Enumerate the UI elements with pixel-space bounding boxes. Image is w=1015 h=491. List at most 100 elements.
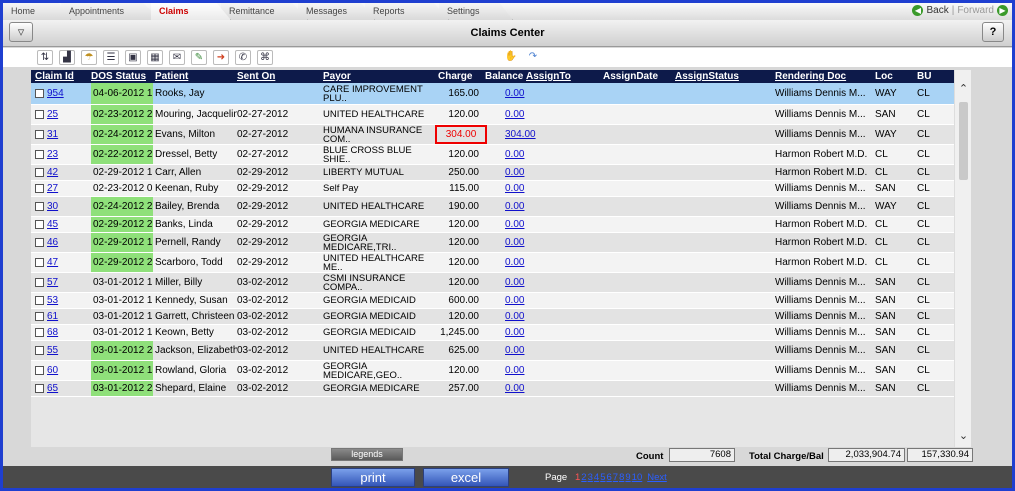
table-row[interactable]: 61 03-01-2012 18 Garrett, Christeen 03-02-2… [31, 309, 954, 325]
page-link[interactable]: 1 [575, 472, 580, 483]
balance-link[interactable]: 0.00 [505, 237, 524, 248]
balance-link[interactable]: 0.00 [505, 88, 524, 99]
col-bu[interactable]: BU [917, 71, 931, 82]
forward-link[interactable]: Forward [957, 5, 994, 16]
page-link[interactable]: 9 [625, 472, 630, 483]
claim-id-link[interactable]: 25 [47, 109, 58, 120]
balance-link[interactable]: 0.00 [505, 201, 524, 212]
transfer-icon[interactable]: ➜ [213, 50, 229, 65]
balance-link[interactable]: 0.00 [505, 345, 524, 356]
table-row[interactable]: 954 04-06-2012 12 Rooks, Jay CARE IMPROVEME… [31, 83, 954, 105]
col-patient[interactable]: Patient [155, 71, 188, 82]
claim-id-link[interactable]: 47 [47, 257, 58, 268]
claim-id-link[interactable]: 30 [47, 201, 58, 212]
col-balance[interactable]: Balance [485, 71, 523, 82]
row-checkbox[interactable] [35, 312, 44, 321]
table-row[interactable]: 45 02-29-2012 25 Banks, Linda 02-29-2012 GEO… [31, 217, 954, 233]
row-checkbox[interactable] [35, 366, 44, 375]
page-link[interactable]: 8 [619, 472, 624, 483]
row-checkbox[interactable] [35, 258, 44, 267]
balance-link[interactable]: 304.00 [505, 129, 536, 140]
table-row[interactable]: 31 02-24-2012 25 Evans, Milton 02-27-2012 HU… [31, 125, 954, 145]
page-link[interactable]: 2 [581, 472, 586, 483]
table-row[interactable]: 53 03-01-2012 18 Kennedy, Susan 03-02-2012 G… [31, 293, 954, 309]
col-assign-date[interactable]: AssignDate [603, 71, 658, 82]
claim-id-link[interactable]: 31 [47, 129, 58, 140]
redo-icon[interactable]: ↷ [525, 50, 541, 65]
claim-id-link[interactable]: 23 [47, 149, 58, 160]
table-row[interactable]: 27 02-23-2012 0 Keenan, Ruby 02-29-2012 Self… [31, 181, 954, 197]
claim-id-link[interactable]: 60 [47, 365, 58, 376]
print-button[interactable]: print [331, 468, 415, 487]
claim-id-link[interactable]: 27 [47, 183, 58, 194]
row-checkbox[interactable] [35, 278, 44, 287]
claim-id-link[interactable]: 61 [47, 311, 58, 322]
balance-link[interactable]: 0.00 [505, 365, 524, 376]
excel-button[interactable]: excel [423, 468, 509, 487]
scroll-up-icon[interactable]: ⌃ [955, 82, 972, 96]
chart-icon[interactable]: ▟ [59, 50, 75, 65]
back-arrow-icon[interactable]: ◀ [912, 4, 924, 16]
page-link[interactable]: 3 [588, 472, 593, 483]
tab-appointments[interactable]: Appointments [61, 3, 161, 20]
tab-remittance[interactable]: Remittance [221, 3, 308, 20]
table-row[interactable]: 68 03-01-2012 18 Keown, Betty 03-02-2012 GEO… [31, 325, 954, 341]
balance-link[interactable]: 0.00 [505, 311, 524, 322]
balance-link[interactable]: 0.00 [505, 277, 524, 288]
claim-id-link[interactable]: 42 [47, 167, 58, 178]
sort-icon[interactable]: ⇅ [37, 50, 53, 65]
col-rendering-doc[interactable]: Rendering Doc [775, 71, 846, 82]
col-loc[interactable]: Loc [875, 71, 893, 82]
balance-link[interactable]: 0.00 [505, 383, 524, 394]
forward-arrow-icon[interactable]: ▶ [997, 4, 1008, 16]
balance-link[interactable]: 0.00 [505, 295, 524, 306]
edit-icon[interactable]: ✎ [191, 50, 207, 65]
row-checkbox[interactable] [35, 110, 44, 119]
legends-button[interactable]: legends [331, 448, 403, 461]
back-link[interactable]: Back [926, 5, 948, 16]
scroll-thumb[interactable] [959, 102, 968, 180]
col-charge[interactable]: Charge [438, 71, 472, 82]
col-payor[interactable]: Payor [323, 71, 351, 82]
balance-link[interactable]: 0.00 [505, 257, 524, 268]
row-checkbox[interactable] [35, 346, 44, 355]
next-page-link[interactable]: Next [647, 472, 667, 483]
page-link[interactable]: 10 [632, 472, 643, 483]
table-row[interactable]: 47 02-29-2012 25 Scarboro, Todd 02-29-2012 U… [31, 253, 954, 273]
save-icon[interactable]: ▣ [125, 50, 141, 65]
row-checkbox[interactable] [35, 328, 44, 337]
row-checkbox[interactable] [35, 202, 44, 211]
claim-id-link[interactable]: 65 [47, 383, 58, 394]
balance-link[interactable]: 0.00 [505, 327, 524, 338]
col-sent-on[interactable]: Sent On [237, 71, 275, 82]
tab-settings[interactable]: Settings [439, 3, 513, 20]
balance-link[interactable]: 0.00 [505, 167, 524, 178]
table-row[interactable]: 57 03-01-2012 18 Miller, Billy 03-02-2012 CS… [31, 273, 954, 293]
tab-claims[interactable]: Claims [151, 3, 231, 20]
claim-id-link[interactable]: 57 [47, 277, 58, 288]
claim-id-link[interactable]: 68 [47, 327, 58, 338]
balance-link[interactable]: 0.00 [505, 109, 524, 120]
row-checkbox[interactable] [35, 168, 44, 177]
col-assign-status[interactable]: AssignStatus [675, 71, 739, 82]
claim-id-link[interactable]: 55 [47, 345, 58, 356]
page-link[interactable]: 7 [613, 472, 618, 483]
table-row[interactable]: 55 03-01-2012 25 Jackson, Elizabeth 03-02-2… [31, 341, 954, 361]
page-link[interactable]: 5 [600, 472, 605, 483]
help-button[interactable]: ? [982, 22, 1004, 42]
page-link[interactable]: 6 [606, 472, 611, 483]
tab-reports[interactable]: Reports [365, 3, 449, 20]
row-checkbox[interactable] [35, 384, 44, 393]
row-checkbox[interactable] [35, 220, 44, 229]
row-checkbox[interactable] [35, 238, 44, 247]
row-checkbox[interactable] [35, 130, 44, 139]
row-checkbox[interactable] [35, 150, 44, 159]
balance-link[interactable]: 0.00 [505, 219, 524, 230]
grid-icon[interactable]: ▦ [147, 50, 163, 65]
vertical-scrollbar[interactable]: ⌃ ⌄ [954, 70, 971, 447]
table-row[interactable]: 46 02-29-2012 13 Pernell, Randy 02-29-2012 G… [31, 233, 954, 253]
tab-messages[interactable]: Messages [298, 3, 375, 20]
balance-link[interactable]: 0.00 [505, 149, 524, 160]
claim-id-link[interactable]: 53 [47, 295, 58, 306]
tree-icon[interactable]: ⌘ [257, 50, 273, 65]
